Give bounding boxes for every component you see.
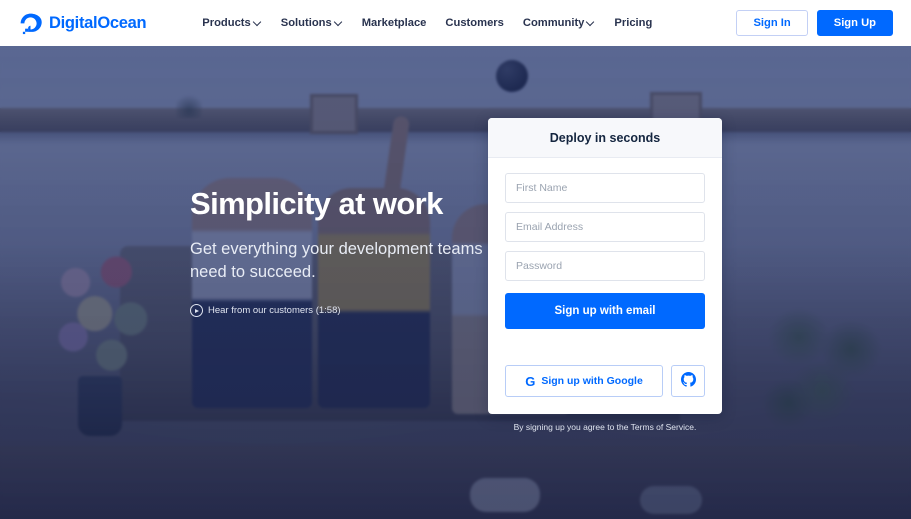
sign-up-with-github-button[interactable] bbox=[671, 365, 705, 397]
nav-item-community-label: Community bbox=[522, 17, 585, 29]
page-root: DigitalOcean Products Solutions Marketpl… bbox=[0, 0, 911, 519]
terms-of-service-text[interactable]: By signing up you agree to the Terms of … bbox=[488, 422, 722, 432]
brand-logo[interactable]: DigitalOcean bbox=[19, 12, 147, 35]
first-name-input[interactable] bbox=[505, 173, 705, 203]
sign-up-button[interactable]: Sign Up bbox=[816, 10, 893, 36]
signup-card-title: Deploy in seconds bbox=[549, 131, 661, 145]
chevron-down-icon bbox=[587, 18, 595, 26]
github-icon bbox=[680, 372, 696, 390]
nav-item-marketplace-label: Marketplace bbox=[361, 17, 427, 29]
nav-item-community[interactable]: Community bbox=[523, 17, 596, 29]
hero-video-link[interactable]: Hear from our customers (1:58) bbox=[190, 304, 520, 318]
nav-item-products-label: Products bbox=[202, 17, 251, 29]
digitalocean-logo-icon bbox=[19, 12, 42, 35]
brand-name: DigitalOcean bbox=[49, 13, 147, 32]
sign-in-button[interactable]: Sign In bbox=[736, 10, 808, 36]
chevron-down-icon bbox=[335, 18, 343, 26]
password-input[interactable] bbox=[505, 251, 705, 281]
hero-subtitle: Get everything your development teams ne… bbox=[190, 239, 483, 282]
nav-item-customers-label: Customers bbox=[445, 17, 504, 29]
sign-up-with-google-button[interactable]: G Sign up with Google bbox=[505, 365, 663, 397]
email-input[interactable] bbox=[505, 212, 705, 242]
hero-section: Simplicity at work Get everything your d… bbox=[0, 46, 911, 519]
top-navigation-bar: DigitalOcean Products Solutions Marketpl… bbox=[0, 0, 911, 46]
nav-links: Products Solutions Marketplace Customers… bbox=[202, 17, 652, 29]
signup-card-body: Sign up with email G Sign up with Google bbox=[488, 158, 722, 414]
nav-item-solutions-label: Solutions bbox=[280, 17, 332, 29]
chevron-down-icon bbox=[254, 18, 262, 26]
nav-item-marketplace[interactable]: Marketplace bbox=[362, 17, 427, 29]
auth-actions: Sign In Sign Up bbox=[736, 10, 893, 36]
hero-title: Simplicity at work bbox=[190, 186, 443, 221]
nav-item-pricing-label: Pricing bbox=[614, 17, 653, 29]
nav-item-customers[interactable]: Customers bbox=[445, 17, 503, 29]
nav-item-solutions[interactable]: Solutions bbox=[281, 17, 343, 29]
google-button-label: Sign up with Google bbox=[541, 375, 643, 387]
play-circle-icon bbox=[190, 304, 203, 318]
signup-card: Deploy in seconds Sign up with email G S… bbox=[488, 118, 722, 414]
social-signup-row: G Sign up with Google bbox=[505, 365, 705, 397]
signup-card-header: Deploy in seconds bbox=[488, 118, 722, 158]
nav-item-pricing[interactable]: Pricing bbox=[614, 17, 652, 29]
nav-item-products[interactable]: Products bbox=[202, 17, 262, 29]
sign-up-with-email-button[interactable]: Sign up with email bbox=[505, 293, 705, 329]
hero-copy: Simplicity at work Get everything your d… bbox=[190, 186, 520, 318]
hero-video-label: Hear from our customers (1:58) bbox=[208, 305, 341, 317]
google-g-icon: G bbox=[525, 373, 536, 389]
